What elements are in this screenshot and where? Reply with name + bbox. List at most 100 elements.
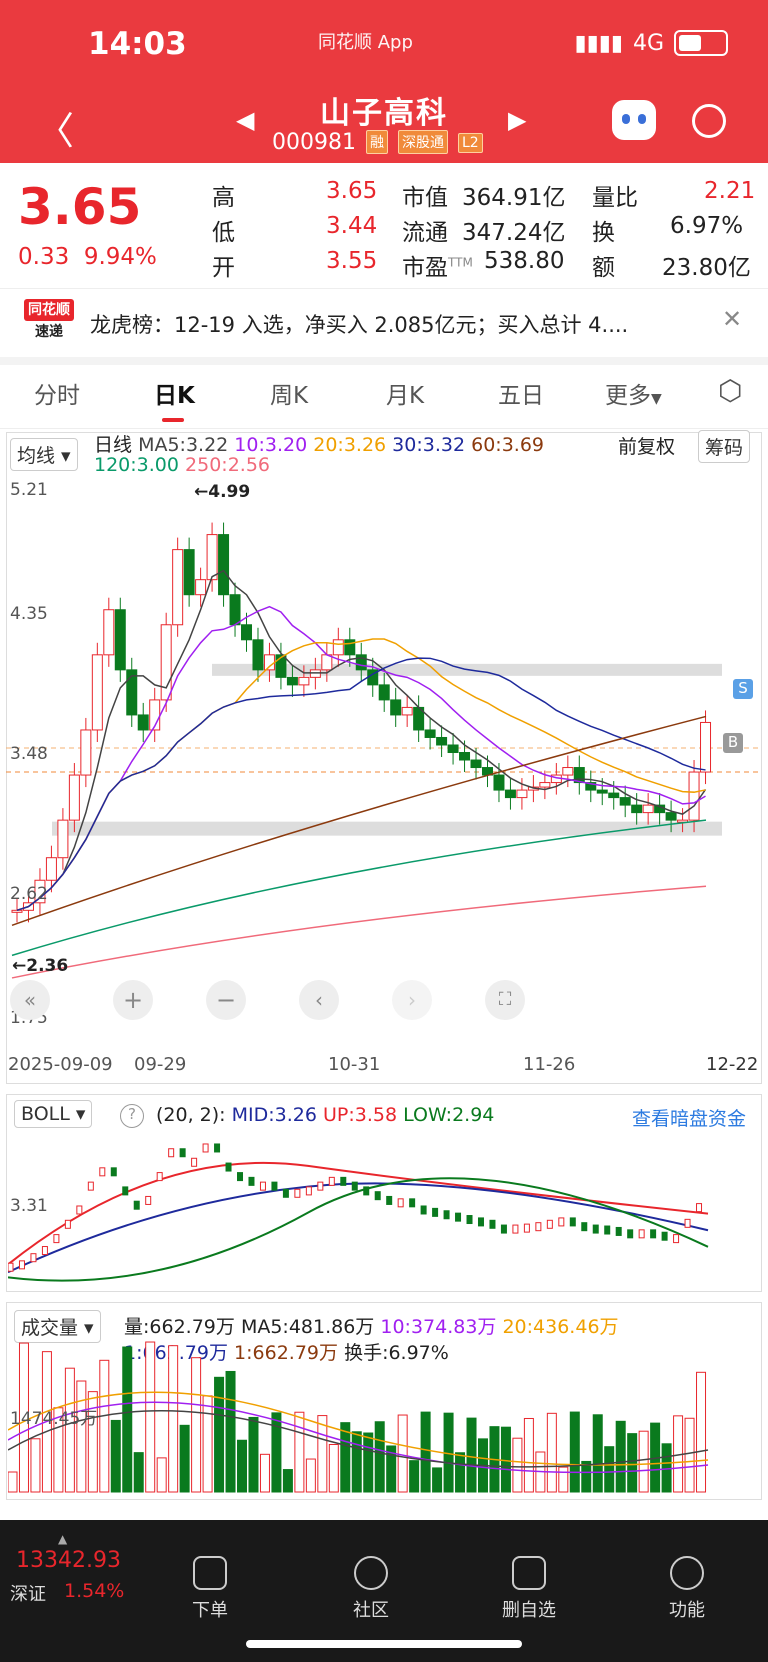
candle-body	[172, 549, 184, 626]
volume-bar	[627, 1433, 638, 1493]
boll-candle	[99, 1167, 106, 1177]
indicator-dropdown[interactable]: 均线 ▾	[10, 438, 78, 471]
status-icons: ▮▮▮▮ 4G	[575, 30, 728, 56]
tab-more[interactable]: 更多▼	[605, 376, 662, 410]
candle-body	[378, 684, 390, 701]
index-value[interactable]: 13342.93	[16, 1548, 121, 1573]
news-bar[interactable]: 同花顺 速递 龙虎榜：12-19 入选，净买入 2.085亿元；买入总计 4..…	[0, 288, 768, 365]
boll-dropdown[interactable]: BOLL ▾	[14, 1100, 93, 1128]
candle-body	[665, 812, 677, 821]
pe-label: 市盈TTM	[402, 255, 473, 281]
settings-icon[interactable]: ⬡	[718, 374, 742, 407]
remove-watch-icon	[512, 1556, 546, 1590]
prev-candle-icon[interactable]: ‹	[299, 980, 339, 1020]
ma20-label: 20:3.26	[313, 434, 387, 456]
tab-intraday[interactable]: 分时	[34, 376, 80, 410]
volume-chart[interactable]	[8, 1340, 760, 1498]
boll-chart[interactable]	[8, 1130, 760, 1290]
candle-body	[80, 729, 92, 776]
candle-body	[459, 752, 471, 761]
adjust-label[interactable]: 前复权	[618, 432, 675, 459]
boll-candle	[8, 1262, 14, 1272]
search-icon[interactable]	[692, 104, 726, 138]
volume-bar	[409, 1460, 420, 1493]
boll-candle	[294, 1188, 301, 1198]
vol-value: 量:662.79万	[124, 1316, 235, 1338]
boll-candle	[523, 1223, 530, 1233]
tag-l2: L2	[457, 133, 483, 153]
tab-weekly[interactable]: 周K	[270, 376, 308, 410]
boll-candle	[650, 1229, 657, 1239]
stock-code: 000981	[272, 130, 356, 155]
line-label: 日线	[94, 434, 133, 456]
ma120-label: 120:3.00	[94, 454, 179, 476]
boll-params: (20, 2):	[156, 1104, 226, 1126]
rewind-icon[interactable]: «	[10, 980, 50, 1020]
tab-daily[interactable]: 日K	[154, 376, 195, 410]
volume-bar	[581, 1460, 592, 1493]
volume-bar	[661, 1443, 672, 1493]
boll-candle	[305, 1186, 312, 1196]
boll-candle	[30, 1253, 37, 1263]
boll-candle	[282, 1188, 289, 1198]
nav-remove-watch[interactable]: 删自选	[489, 1556, 569, 1622]
boll-candle	[466, 1215, 473, 1225]
boll-candle	[477, 1217, 484, 1227]
ma250-line	[11, 885, 707, 979]
low-label: 低	[212, 220, 235, 246]
volume-bar	[432, 1467, 443, 1493]
volume-bar	[282, 1469, 293, 1493]
boll-up-line	[8, 1161, 709, 1266]
dark-pool-link[interactable]: 查看暗盘资金	[632, 1104, 746, 1131]
nav-functions[interactable]: 功能	[647, 1556, 727, 1622]
candle-body	[206, 534, 218, 581]
boll-candle	[443, 1210, 450, 1220]
close-icon[interactable]: ✕	[722, 305, 742, 333]
mktcap-value: 364.91亿	[462, 185, 566, 211]
zoom-out-icon[interactable]: −	[206, 980, 246, 1020]
chip-button[interactable]: 筹码	[698, 430, 751, 463]
volratio-label: 量比	[592, 185, 638, 211]
turnover-label: 换	[592, 220, 615, 246]
volume-bar	[351, 1431, 362, 1493]
boll-candle	[76, 1205, 83, 1215]
candle-body	[596, 789, 608, 794]
boll-candle	[191, 1157, 198, 1167]
signal-icon: ▮▮▮▮	[574, 30, 623, 56]
ma120-line	[11, 819, 707, 957]
help-icon[interactable]: ?	[120, 1104, 144, 1128]
boll-candle	[558, 1217, 565, 1227]
candle-body	[241, 624, 253, 641]
volume-bar	[8, 1471, 18, 1493]
boll-candle	[237, 1172, 244, 1182]
nav-order[interactable]: 下单	[170, 1556, 250, 1622]
status-time: 14:03	[88, 26, 187, 62]
float-label: 流通	[402, 220, 448, 246]
boll-candle	[500, 1224, 507, 1234]
volume-bar	[305, 1458, 316, 1493]
last-price: 3.65	[18, 178, 142, 236]
next-candle-icon[interactable]: ›	[392, 980, 432, 1020]
boll-candle	[41, 1246, 48, 1256]
boll-candle	[604, 1225, 611, 1235]
volume-dropdown[interactable]: 成交量 ▾	[14, 1310, 101, 1343]
nav-community[interactable]: 社区	[331, 1556, 411, 1622]
candle-body	[11, 909, 23, 913]
tab-fiveday[interactable]: 五日	[498, 376, 544, 410]
boll-candle	[432, 1207, 439, 1217]
ma10-label: 10:3.20	[234, 434, 308, 456]
buy-marker[interactable]: B	[723, 733, 743, 753]
tab-monthly[interactable]: 月K	[386, 376, 424, 410]
fullscreen-icon[interactable]: ⛶	[485, 980, 525, 1020]
boll-mid-line	[8, 1182, 709, 1274]
boll-candle	[546, 1219, 553, 1229]
volume-bar	[455, 1452, 466, 1493]
y-tick-2: 4.35	[10, 604, 48, 624]
kline-chart[interactable]	[6, 478, 762, 1018]
ma30-label: 30:3.32	[392, 434, 466, 456]
zoom-in-icon[interactable]: +	[113, 980, 153, 1020]
robot-assistant-icon[interactable]	[612, 100, 656, 140]
volume-bar	[225, 1370, 236, 1493]
sell-marker[interactable]: S	[733, 679, 753, 699]
next-stock-icon[interactable]: ▶	[508, 106, 526, 134]
